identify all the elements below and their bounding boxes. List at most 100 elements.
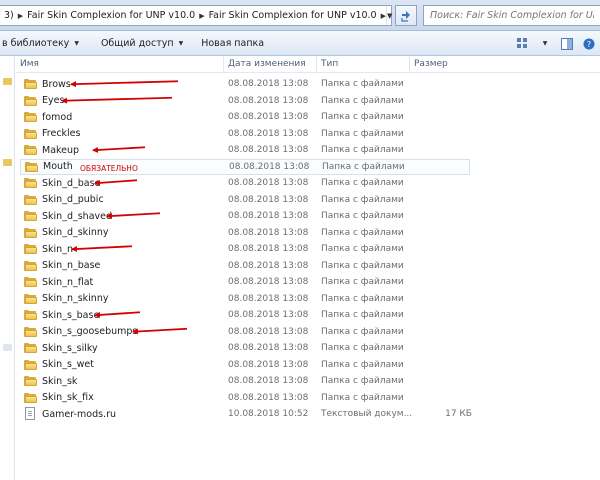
text-file-icon	[24, 407, 37, 421]
file-date: 08.08.2018 13:08	[228, 293, 309, 304]
folder-icon	[24, 178, 37, 189]
file-row[interactable]: Makeup 08.08.2018 13:08 Папка с файлами	[20, 142, 470, 159]
file-date: 08.08.2018 13:08	[228, 260, 309, 271]
file-date: 08.08.2018 13:08	[228, 277, 309, 288]
file-row[interactable]: Skin_d_pubic 08.08.2018 13:08 Папка с файл…	[20, 192, 470, 209]
refresh-button[interactable]	[395, 5, 417, 26]
folder-icon	[24, 310, 37, 321]
file-row[interactable]: Skin_s_base 08.08.2018 13:08 Папка с файла…	[20, 307, 470, 324]
file-type: Папка с файлами	[321, 392, 404, 403]
file-name: Eyes	[42, 95, 65, 107]
new-folder-button[interactable]: Новая папка	[195, 31, 270, 55]
folder-icon	[24, 260, 37, 271]
file-row[interactable]: Skin_s_goosebumps 08.08.2018 13:08 Папка с…	[20, 324, 470, 341]
breadcrumb[interactable]: 3) ▶ Fair Skin Complexion for UNP v10.0 …	[0, 5, 392, 26]
file-name: Skin_d_skinny	[42, 227, 109, 239]
file-name: Skin_n_flat	[42, 276, 94, 288]
file-row[interactable]: Skin_s_silky 08.08.2018 13:08 Папка с файл…	[20, 340, 470, 357]
file-row[interactable]: Skin_sk 08.08.2018 13:08 Папка с файлами	[20, 373, 470, 390]
file-row[interactable]: Skin_d_base 08.08.2018 13:08 Папка с файла…	[20, 175, 470, 192]
drive-icon[interactable]	[3, 344, 12, 351]
folder-icon	[24, 128, 37, 139]
file-row[interactable]: Skin_n_skinny 08.08.2018 13:08 Папка с фай…	[20, 291, 470, 308]
add-to-library-button[interactable]: в библиотеку ▼	[0, 31, 85, 55]
file-type: Папка с файлами	[321, 293, 404, 304]
file-row[interactable]: fomod 08.08.2018 13:08 Папка с файлами	[20, 109, 470, 126]
file-date: 08.08.2018 13:08	[228, 244, 309, 255]
file-name: Makeup	[42, 144, 80, 156]
navigation-pane[interactable]	[0, 56, 15, 480]
column-header-name[interactable]: Имя	[16, 56, 224, 73]
view-options-button[interactable]	[512, 31, 534, 56]
file-name: Skin_d_pubic	[42, 194, 104, 206]
folder-icon	[24, 359, 37, 370]
file-row[interactable]: Skin_sk_fix 08.08.2018 13:08 Папка с файла…	[20, 390, 470, 407]
file-date: 08.08.2018 13:08	[228, 359, 309, 370]
file-row[interactable]: Gamer-mods.ru 10.08.2018 10:52 Текстовый д…	[20, 406, 472, 423]
file-date: 08.08.2018 13:08	[228, 145, 309, 156]
file-type: Папка с файлами	[321, 194, 404, 205]
chevron-down-icon: ▼	[74, 39, 79, 47]
file-row[interactable]: Skin_n_flat 08.08.2018 13:08 Папка с файла…	[20, 274, 470, 291]
file-type: Папка с файлами	[321, 310, 404, 321]
file-date: 08.08.2018 13:08	[228, 95, 309, 106]
file-type: Папка с файлами	[321, 178, 404, 189]
file-date: 08.08.2018 13:08	[228, 392, 309, 403]
file-name: fomod	[42, 111, 73, 123]
view-grid-icon	[517, 38, 527, 48]
file-date: 08.08.2018 13:08	[228, 194, 309, 205]
folder-icon	[24, 112, 37, 123]
preview-pane-button[interactable]	[556, 31, 578, 56]
file-date: 08.08.2018 13:08	[228, 128, 309, 139]
folder-icon	[24, 194, 37, 205]
file-row[interactable]: Skin_n 08.08.2018 13:08 Папка с файлами	[20, 241, 470, 258]
file-name: Skin_d_shaved	[42, 210, 113, 222]
file-type: Папка с файлами	[321, 112, 404, 123]
column-header-size[interactable]: Размер	[410, 56, 480, 73]
file-type: Папка с файлами	[322, 161, 405, 172]
address-history-dropdown[interactable]: ▼	[386, 6, 392, 25]
preview-pane-icon	[561, 37, 573, 50]
file-date: 08.08.2018 13:08	[228, 326, 309, 337]
refresh-icon	[401, 10, 410, 22]
file-type: Папка с файлами	[321, 95, 404, 106]
search-input[interactable]	[430, 10, 594, 21]
file-name: Skin_n_base	[42, 260, 101, 272]
share-label: Общий доступ	[100, 37, 174, 49]
file-row[interactable]: Eyes 08.08.2018 13:08 Папка с файлами	[20, 93, 470, 110]
file-type: Папка с файлами	[321, 277, 404, 288]
file-date: 08.08.2018 13:08	[228, 211, 309, 222]
file-size: 17 КБ	[445, 409, 472, 420]
folder-icon[interactable]	[3, 159, 12, 166]
annotation-note: ОБЯЗАТЕЛЬНО	[80, 164, 138, 173]
share-button[interactable]: Общий доступ ▼	[95, 31, 189, 55]
file-type: Папка с файлами	[321, 343, 404, 354]
file-row[interactable]: Brows 08.08.2018 13:08 Папка с файлами	[20, 76, 470, 93]
file-row[interactable]: Freckles 08.08.2018 13:08 Папка с файлами	[20, 126, 470, 143]
file-date: 08.08.2018 13:08	[228, 376, 309, 387]
breadcrumb-item-current[interactable]: Fair Skin Complexion for UNP v10.0	[205, 6, 381, 25]
file-row[interactable]: Skin_d_shaved 08.08.2018 13:08 Папка с фай…	[20, 208, 470, 225]
folder-icon[interactable]	[3, 78, 12, 85]
view-dropdown-button[interactable]: ▼	[534, 31, 556, 56]
file-name: Gamer-mods.ru	[42, 408, 117, 420]
breadcrumb-item-parent[interactable]: 3)	[0, 6, 18, 25]
file-row[interactable]: Skin_d_skinny 08.08.2018 13:08 Папка с фай…	[20, 225, 470, 242]
folder-icon	[24, 392, 37, 403]
file-name: Brows	[42, 78, 71, 90]
column-header-date[interactable]: Дата изменения	[224, 56, 317, 73]
breadcrumb-item-folder[interactable]: Fair Skin Complexion for UNP v10.0	[23, 6, 199, 25]
command-toolbar: в библиотеку ▼ Общий доступ ▼ Новая папк…	[0, 31, 600, 56]
file-name: Freckles	[42, 128, 81, 140]
file-name: Skin_n	[42, 243, 73, 255]
file-row[interactable]: Skin_n_base 08.08.2018 13:08 Папка с файла…	[20, 258, 470, 275]
column-headers: Имя Дата изменения Тип Размер	[16, 56, 600, 73]
folder-icon	[24, 79, 37, 90]
chevron-down-icon: ▼	[178, 39, 184, 47]
help-button[interactable]: ?	[578, 31, 600, 56]
search-field[interactable]	[423, 5, 600, 26]
new-folder-label: Новая папка	[201, 37, 265, 49]
file-type: Папка с файлами	[321, 244, 404, 255]
file-row[interactable]: Skin_s_wet 08.08.2018 13:08 Папка с файлам…	[20, 357, 470, 374]
column-header-type[interactable]: Тип	[317, 56, 410, 73]
